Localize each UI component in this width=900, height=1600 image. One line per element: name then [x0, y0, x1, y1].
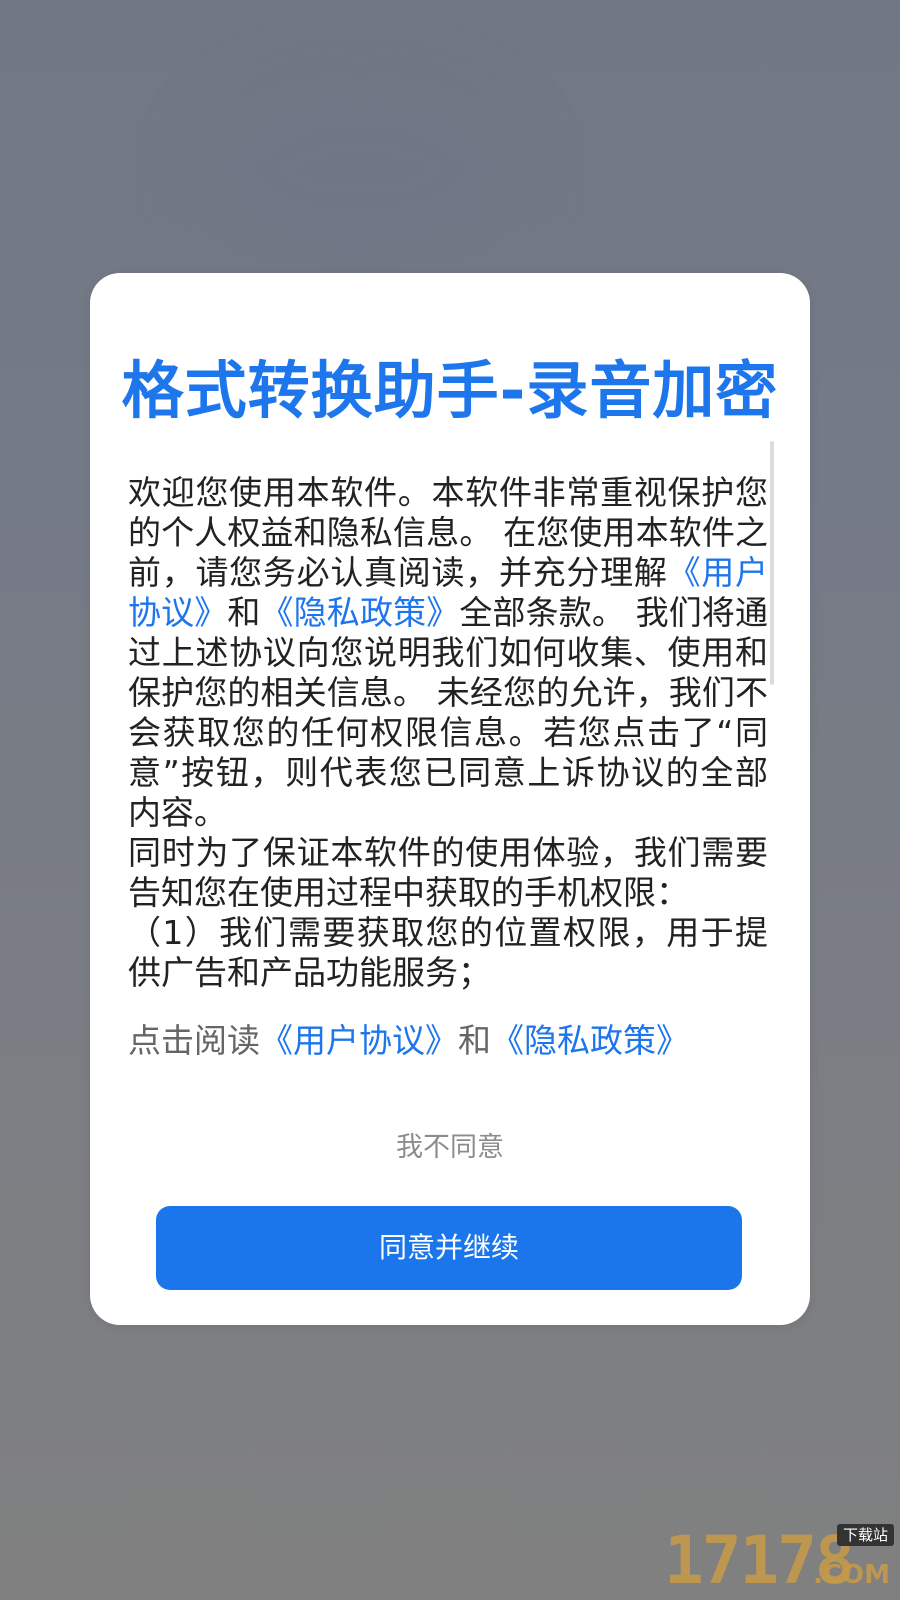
- privacy-policy-link-inline[interactable]: 《隐私政策》: [261, 593, 460, 632]
- read-links-prefix: 点击阅读: [128, 1021, 260, 1060]
- location-permission-text: （1）我们需要获取您的位置权限，用于提供广告和产品功能服务；: [128, 913, 768, 992]
- background-blur: [200, 80, 520, 260]
- agree-continue-button[interactable]: 同意并继续: [156, 1206, 742, 1290]
- scrollbar[interactable]: [770, 441, 774, 685]
- privacy-policy-link[interactable]: 《隐私政策》: [491, 1021, 689, 1060]
- privacy-dialog: 格式转换助手-录音加密 欢迎您使用本软件。本软件非常重视保护您的个人权益和隐私信…: [90, 273, 810, 1325]
- dialog-title: 格式转换助手-录音加密: [121, 354, 779, 427]
- disagree-button[interactable]: 我不同意: [90, 1128, 810, 1168]
- site-watermark: 17178 .COM 下载站: [664, 1524, 894, 1594]
- user-agreement-link[interactable]: 《用户协议》: [260, 1021, 458, 1060]
- watermark-badge: 下载站: [836, 1524, 894, 1546]
- agreement-paragraph: 欢迎您使用本软件。本软件非常重视保护您的个人权益和隐私信息。 在您使用本软件之前…: [128, 473, 768, 993]
- read-links-row: 点击阅读《用户协议》和《隐私政策》: [128, 1021, 768, 1061]
- agreement-text-and: 和: [227, 593, 261, 632]
- read-links-and: 和: [458, 1021, 491, 1060]
- watermark-domain: .COM: [813, 1560, 890, 1590]
- permission-intro-text: 同时为了保证本软件的使用体验，我们需要告知您在使用过程中获取的手机权限：: [128, 833, 768, 912]
